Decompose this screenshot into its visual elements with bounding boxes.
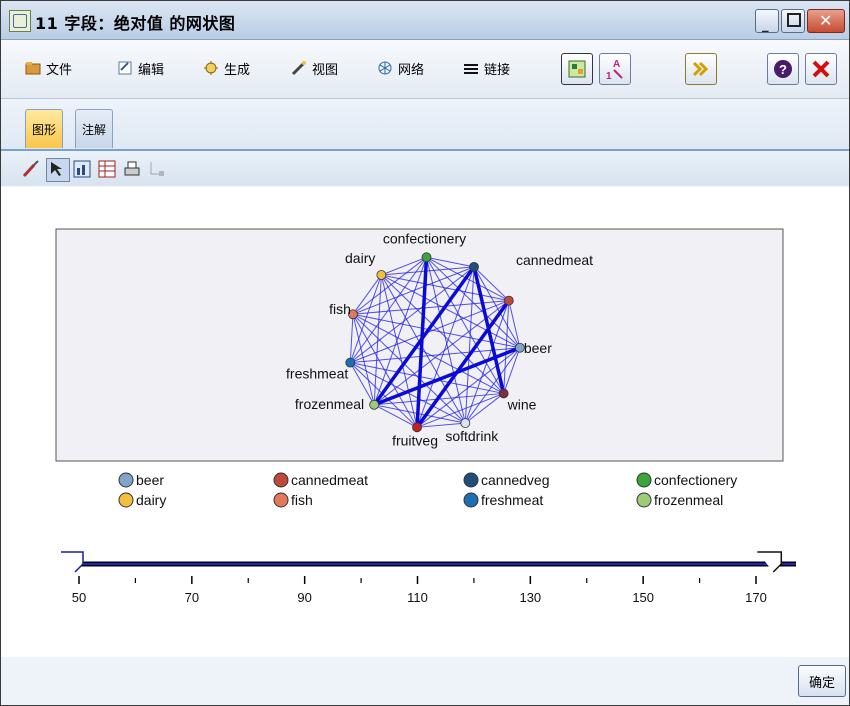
view-icon [291,60,307,76]
menu-links-label: 链接 [484,62,511,78]
links-icon [463,60,479,76]
slider-tick-label: 110 [407,590,428,605]
graph-node[interactable] [412,422,422,433]
graph-node[interactable] [369,399,380,410]
graph-toolbar [1,151,849,186]
generate-icon [203,60,219,76]
graph-node-label: frozenmeal [295,396,364,412]
slider-tick-label: 90 [297,590,311,605]
help-button[interactable]: ? [767,53,799,85]
title-bar: 11 字段：绝对值 的网状图 _ ✕ [1,1,849,40]
app-icon [9,10,31,32]
slider-tick-label: 50 [72,590,86,605]
tab-graph[interactable]: 图形 [25,109,64,148]
menu-generate[interactable]: 生成 [203,58,250,78]
menu-network[interactable]: 网络 [377,58,424,78]
graph-node[interactable] [460,418,471,428]
menu-network-label: 网络 [398,62,425,78]
close-button[interactable] [805,53,837,85]
close-window-button[interactable]: ✕ [807,9,845,33]
menu-view-label: 视图 [312,62,339,78]
table-view-icon[interactable] [97,159,117,179]
chart-view-icon[interactable] [72,159,92,179]
svg-text:?: ? [779,62,787,77]
help-icon: ? [774,60,792,78]
menu-edit-label: 编辑 [138,62,165,78]
network-icon [377,60,393,76]
menu-edit[interactable]: 编辑 [117,58,164,78]
minimize-button[interactable]: _ [755,9,779,33]
graph-node-label: confectionery [383,230,466,246]
select-pointer-icon[interactable] [46,158,70,182]
footer-bar: 确定 [1,657,849,705]
menu-generate-label: 生成 [224,62,251,78]
link-threshold-slider[interactable]: 50 70 90 110 130 150 170 [61,551,796,605]
network-graph-window: 11 字段：绝对值 的网状图 _ ✕ 文件 编辑 生成 视图 网络 链接 A 1… [0,0,850,706]
hierarchy-icon [147,159,167,179]
double-chevron-right-icon [692,61,709,77]
graph-node-label: fruitveg [392,432,438,448]
slider-tick-label: 170 [745,590,767,605]
brush-icon[interactable] [21,159,41,179]
legend-label: dairy [136,492,166,508]
graph-layout-button[interactable] [561,53,593,85]
menu-file[interactable]: 文件 [25,58,72,78]
legend-swatch [463,492,479,508]
graph-node[interactable] [503,295,514,306]
print-icon[interactable] [122,159,142,179]
legend-label: frozenmeal [654,492,723,508]
ok-button[interactable]: 确定 [798,665,846,697]
graph-node[interactable] [421,252,432,263]
slider-low-handle[interactable] [61,551,84,573]
graph-node-label: beer [524,340,552,356]
edit-icon [117,60,133,76]
graph-node-label: wine [507,396,537,412]
legend-label: freshmeat [481,492,543,508]
legend-swatch [636,472,652,488]
graph-node[interactable] [469,261,479,272]
maximize-button[interactable] [781,9,805,33]
legend-label: cannedmeat [291,472,368,488]
slider-tick-label: 150 [632,590,654,605]
tab-annotations[interactable]: 注解 [75,109,114,148]
tab-strip: 图形 注解 [1,99,849,151]
slider-tick-label: 130 [519,590,541,605]
graph-node-label: softdrink [445,428,499,444]
menu-view[interactable]: 视图 [291,58,338,78]
legend-label: beer [136,472,164,488]
legend-swatch [273,472,289,488]
graph-legend: beer cannedmeat cannedveg confectionery dair… [118,472,737,508]
expand-toolbar-button[interactable] [685,53,717,85]
graph-node-label: fish [329,301,351,317]
graph-layout-icon [568,60,586,78]
graph-node[interactable] [376,270,387,280]
menu-file-label: 文件 [46,62,73,78]
graph-node-label: dairy [345,250,375,266]
legend-swatch [118,492,134,508]
sort-az-icon: A1 [606,59,623,82]
svg-text:1: 1 [606,71,612,82]
graph-node-label: cannedmeat [516,252,593,268]
legend-label: confectionery [654,472,737,488]
close-icon [812,60,830,78]
legend-label: fish [291,492,313,508]
legend-label: cannedveg [481,472,550,488]
legend-swatch [273,492,289,508]
sort-button[interactable]: A1 [599,53,631,85]
window-title: 11 字段：绝对值 的网状图 [35,14,236,33]
legend-swatch [636,492,652,508]
graph-node-label: freshmeat [286,366,348,382]
menu-links[interactable]: 链接 [463,58,510,78]
svg-text:A: A [613,59,620,70]
slider-tick-label: 70 [185,590,199,605]
graph-panel: confectionery cannedmeat beer wine softdrink… [1,187,849,657]
menu-toolbar: 文件 编辑 生成 视图 网络 链接 A1 ? [1,40,849,99]
folder-icon [25,60,41,76]
legend-swatch [463,472,479,488]
legend-swatch [118,472,134,488]
web-graph: confectionery cannedmeat beer wine softdrink… [55,228,796,605]
